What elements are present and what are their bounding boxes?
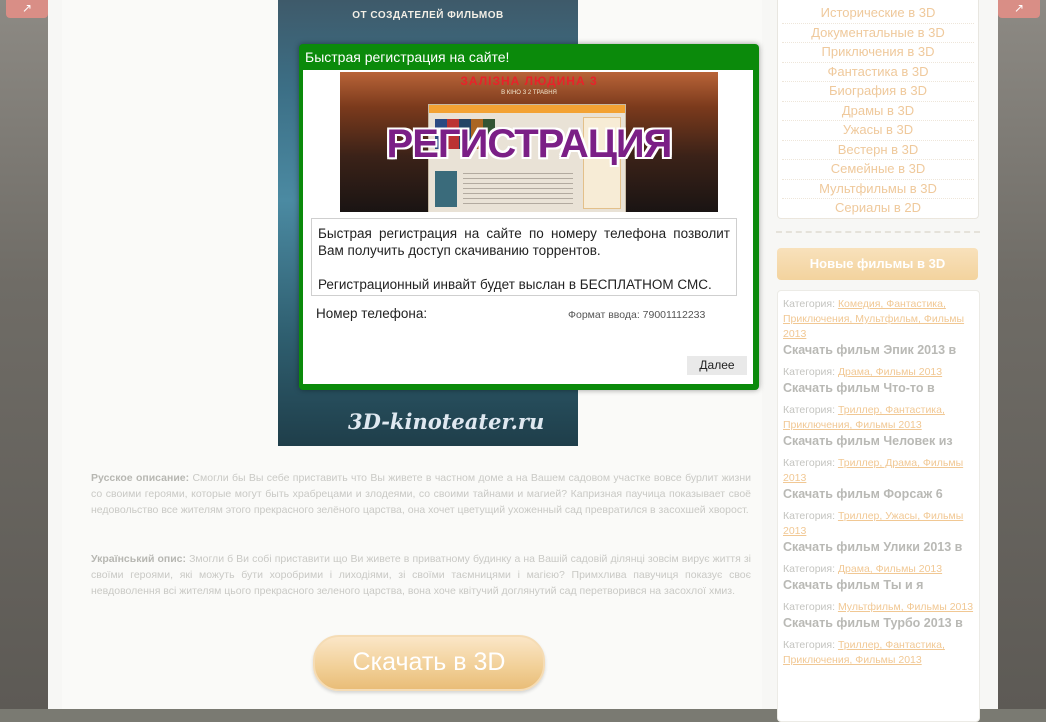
banner-top-text: ЗАЛІЗНА ЛЮДИНА 3	[460, 74, 598, 88]
registration-modal: Быстрая регистрация на сайте! ЗАЛІЗНА ЛЮ…	[299, 44, 759, 390]
info-text-1: Быстрая регистрация на сайте по номеру т…	[318, 226, 730, 258]
registration-banner: ЗАЛІЗНА ЛЮДИНА 3 В КІНО З 2 ТРАВНЯ РЕГИС…	[340, 72, 718, 212]
phone-format-hint: Формат ввода: 79001112233	[568, 309, 706, 321]
next-button[interactable]: Далее	[687, 356, 747, 375]
phone-input[interactable]	[443, 304, 565, 324]
modal-title: Быстрая регистрация на сайте!	[305, 49, 510, 65]
banner-sub-text: В КІНО З 2 ТРАВНЯ	[501, 90, 557, 96]
info-text-2: Регистрационный инвайт будет выслан в БЕ…	[318, 277, 712, 292]
banner-registration-word: РЕГИСТРАЦИЯ	[386, 122, 673, 166]
phone-label: Номер телефона:	[316, 306, 428, 321]
modal-body: ЗАЛІЗНА ЛЮДИНА 3 В КІНО З 2 ТРАВНЯ РЕГИС…	[303, 70, 753, 384]
info-box: Быстрая регистрация на сайте по номеру т…	[311, 218, 737, 296]
